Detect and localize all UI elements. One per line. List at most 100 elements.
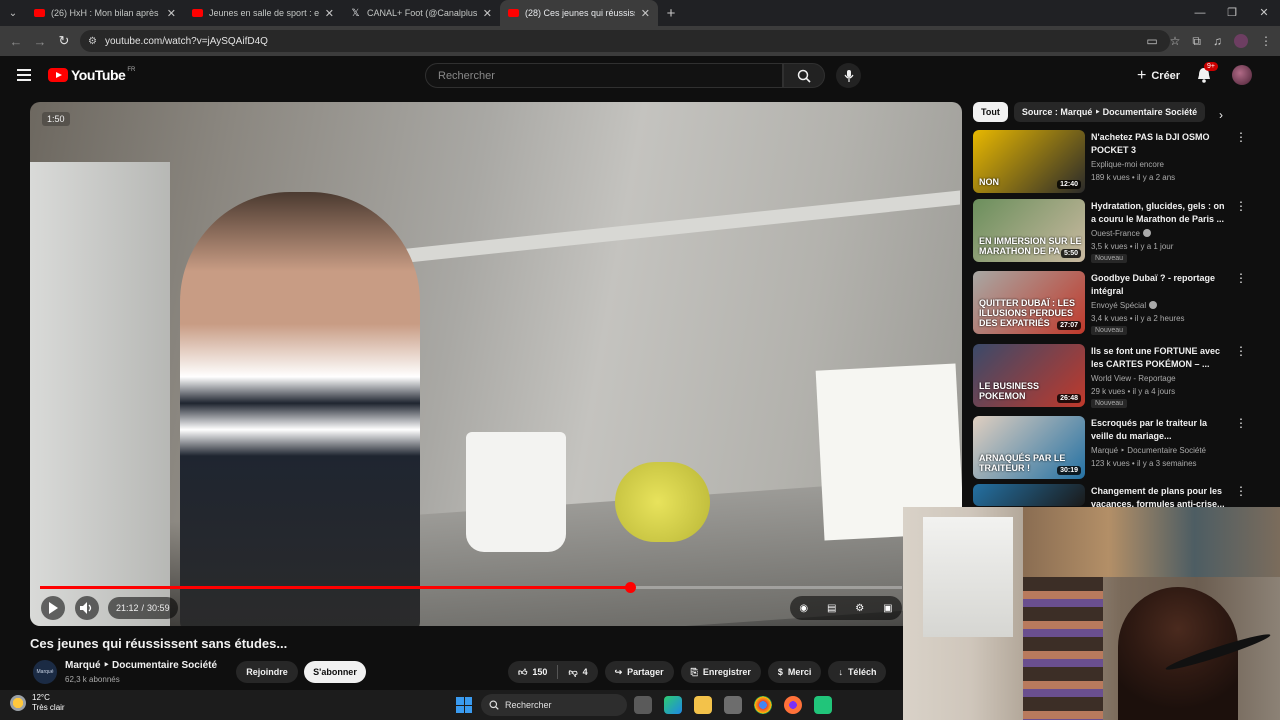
reload-icon[interactable]: ↻ xyxy=(52,33,76,49)
recommendation-meta: 3,5 k vues • il y a 1 jour xyxy=(1091,242,1174,251)
channel-avatar[interactable]: Marqué xyxy=(33,660,57,684)
autoplay-toggle-icon[interactable]: ◉ xyxy=(799,603,808,614)
search-button[interactable] xyxy=(783,63,825,88)
browser-tab-1[interactable]: (26) HxH : Mon bilan après 25 .. ✕ xyxy=(26,0,184,26)
recommendation-title[interactable]: Hydratation, glucides, gels : on a couru… xyxy=(1091,200,1231,226)
voice-search-button[interactable] xyxy=(836,63,861,88)
video-thumbnail[interactable]: LE BUSINESS POKEMON 26:48 xyxy=(973,344,1085,407)
back-icon[interactable]: ← xyxy=(4,34,28,49)
media-icon[interactable]: ♫ xyxy=(1213,34,1222,48)
video-thumbnail[interactable] xyxy=(973,484,1085,506)
video-thumbnail[interactable]: NON 12:40 xyxy=(973,130,1085,193)
recommendation-channel[interactable]: Envoyé Spécial xyxy=(1091,301,1158,310)
recommendation-item[interactable]: QUITTER DUBAÏ : LES ILLUSIONS PERDUES DE… xyxy=(973,271,1253,335)
chrome-icon[interactable] xyxy=(754,696,772,714)
create-button[interactable]: + Créer xyxy=(1127,63,1190,88)
forward-icon[interactable]: → xyxy=(28,34,52,49)
volume-button[interactable] xyxy=(75,596,99,620)
more-options-icon[interactable]: ⋮ xyxy=(1235,345,1247,357)
subscribe-button[interactable]: S'abonner xyxy=(304,661,366,683)
logo-region: FR xyxy=(127,67,136,73)
chip-source[interactable]: Source : Marqué ‣ Documentaire Société xyxy=(1013,102,1206,122)
account-avatar[interactable] xyxy=(1232,65,1252,85)
close-tab-icon[interactable]: ✕ xyxy=(483,7,492,20)
more-options-icon[interactable]: ⋮ xyxy=(1235,131,1247,143)
taskbar-search[interactable]: Rechercher xyxy=(481,694,627,716)
weather-text: 12°C Très clair xyxy=(32,693,65,713)
store-icon[interactable] xyxy=(724,696,742,714)
more-options-icon[interactable]: ⋮ xyxy=(1235,272,1247,284)
thanks-button[interactable]: $ Merci xyxy=(767,661,822,683)
close-tab-icon[interactable]: ✕ xyxy=(167,7,176,20)
recommendation-channel[interactable]: Explique-moi encore xyxy=(1091,160,1164,169)
more-options-icon[interactable]: ⋮ xyxy=(1235,485,1247,497)
recommendation-title[interactable]: Goodbye Dubaï ? - reportage intégral xyxy=(1091,272,1231,298)
firefox-icon[interactable] xyxy=(784,696,802,714)
video-thumbnail[interactable]: EN IMMERSION SUR LE MARATHON DE PA 5:50 xyxy=(973,199,1085,262)
recommendation-item[interactable]: LE BUSINESS POKEMON 26:48 Ils se font une … xyxy=(973,344,1253,408)
search-input[interactable]: Rechercher xyxy=(425,63,783,88)
chip-all[interactable]: Tout xyxy=(973,102,1008,122)
channel-name: Marqué ‣ Documentaire Société xyxy=(1091,446,1206,455)
new-tab-icon[interactable]: + xyxy=(658,5,684,22)
app-icon[interactable] xyxy=(814,696,832,714)
minimize-icon[interactable]: — xyxy=(1184,0,1216,26)
recommendation-item[interactable]: EN IMMERSION SUR LE MARATHON DE PA 5:50 Hy… xyxy=(973,199,1253,263)
settings-gear-icon[interactable]: ⚙ xyxy=(855,603,864,614)
browser-tab-4-active[interactable]: (28) Ces jeunes qui réussissent ✕ xyxy=(500,0,658,26)
weather-widget[interactable]: 12°C Très clair xyxy=(10,693,65,713)
play-button[interactable] xyxy=(41,596,65,620)
extensions-icon[interactable]: ⧉ xyxy=(1192,34,1201,49)
browser-tab-3[interactable]: 𝕏 CANAL+ Foot (@CanalplusFoot ✕ xyxy=(342,0,500,26)
channel-name[interactable]: Marqué ‣ Documentaire Société xyxy=(65,660,217,671)
close-tab-icon[interactable]: ✕ xyxy=(325,7,334,20)
recommendation-title[interactable]: Ils se font une FORTUNE avec les CARTES … xyxy=(1091,345,1231,371)
video-progress-bar[interactable] xyxy=(40,582,902,593)
time-display: 21:12 / 30:59 xyxy=(108,597,178,619)
download-button[interactable]: ↓ Téléch xyxy=(828,661,887,683)
tab-search-dropdown-icon[interactable]: ⌄ xyxy=(0,0,26,26)
more-options-icon[interactable]: ⋮ xyxy=(1235,200,1247,212)
bookmark-star-icon[interactable]: ☆ xyxy=(1170,34,1181,48)
search-icon xyxy=(489,700,499,710)
subtitles-icon[interactable]: ▤ xyxy=(827,603,836,614)
progress-scrubber-handle[interactable] xyxy=(624,582,636,593)
restore-icon[interactable]: ❐ xyxy=(1216,0,1248,26)
recommendation-item[interactable]: NON 12:40 N'achetez PAS la DJI OSMO POCKET… xyxy=(973,130,1253,194)
close-tab-icon[interactable]: ✕ xyxy=(641,7,650,20)
share-button[interactable]: ↪ Partager xyxy=(604,661,674,683)
miniplayer-icon[interactable]: ▣ xyxy=(883,603,892,614)
profile-avatar[interactable] xyxy=(1234,34,1248,48)
cast-icon[interactable]: ▭ xyxy=(1146,34,1157,48)
recommendation-title[interactable]: Escroqués par le traiteur la veille du m… xyxy=(1091,417,1231,443)
more-options-icon[interactable]: ⋮ xyxy=(1235,417,1247,429)
hamburger-menu-icon[interactable] xyxy=(17,69,31,84)
notifications-button[interactable]: 9+ xyxy=(1196,62,1218,84)
edge-icon[interactable] xyxy=(664,696,682,714)
recommendation-channel[interactable]: World View - Reportage xyxy=(1091,374,1176,383)
video-player[interactable] xyxy=(30,102,962,626)
task-view-icon[interactable] xyxy=(634,696,652,714)
dislike-button[interactable]: 👎︎ 4 xyxy=(558,661,597,683)
browser-tab-2[interactable]: Jeunes en salle de sport : entre ✕ xyxy=(184,0,342,26)
youtube-logo[interactable]: YouTube FR xyxy=(48,67,135,83)
save-button[interactable]: ⎘ Enregistrer xyxy=(680,661,761,683)
recommendation-channel[interactable]: Ouest-France xyxy=(1091,229,1151,238)
like-button[interactable]: 👍︎ 150 xyxy=(508,661,557,683)
chips-next-chevron-icon[interactable]: › xyxy=(1219,108,1223,122)
site-info-icon[interactable]: ⚙ xyxy=(88,36,97,47)
recommendation-channel[interactable]: Marqué ‣ Documentaire Société xyxy=(1091,446,1206,455)
video-thumbnail[interactable]: QUITTER DUBAÏ : LES ILLUSIONS PERDUES DE… xyxy=(973,271,1085,334)
search-icon xyxy=(797,69,811,83)
recommendation-title[interactable]: N'achetez PAS la DJI OSMO POCKET 3 xyxy=(1091,131,1231,157)
file-explorer-icon[interactable] xyxy=(694,696,712,714)
youtube-icon xyxy=(34,9,45,17)
menu-kebab-icon[interactable]: ⋮ xyxy=(1260,34,1272,48)
recommendation-item[interactable]: Changement de plans pour les vacances, f… xyxy=(973,484,1253,509)
recommendation-item[interactable]: ARNAQUÉS PAR LE TRAITEUR ! 30:19 Escroqués… xyxy=(973,416,1253,480)
close-window-icon[interactable]: ✕ xyxy=(1248,0,1280,26)
windows-start-icon[interactable] xyxy=(456,697,472,713)
url-field[interactable]: ⚙ youtube.com/watch?v=jAySQAifD4Q xyxy=(80,30,1170,52)
video-thumbnail[interactable]: ARNAQUÉS PAR LE TRAITEUR ! 30:19 xyxy=(973,416,1085,479)
join-button[interactable]: Rejoindre xyxy=(236,661,298,683)
